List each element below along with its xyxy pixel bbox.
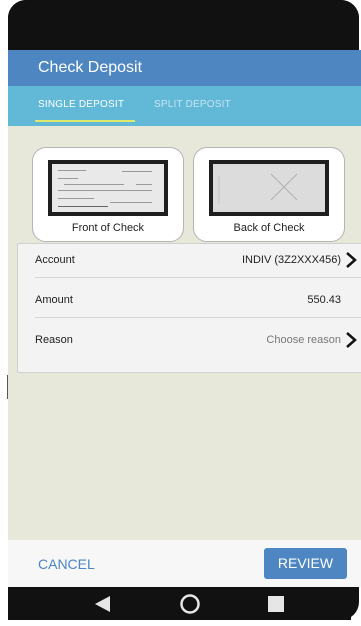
- system-nav-bar: [8, 587, 351, 620]
- front-of-check-card[interactable]: Front of Check: [32, 147, 184, 242]
- back-icon[interactable]: [90, 593, 114, 615]
- amount-row[interactable]: Amount 550.43: [18, 284, 361, 316]
- deposit-details-list: Account INDIV (3Z2XXX456) Amount 550.43 …: [17, 243, 361, 373]
- row-divider: [35, 317, 361, 318]
- active-tab-indicator: [35, 120, 135, 122]
- row-divider: [35, 277, 361, 278]
- home-icon[interactable]: [178, 593, 202, 615]
- chevron-right-icon: [346, 332, 357, 348]
- chevron-right-icon: [346, 252, 357, 268]
- cancel-button[interactable]: CANCEL: [38, 556, 95, 572]
- reason-label: Reason: [35, 334, 73, 346]
- back-of-check-label: Back of Check: [233, 222, 305, 234]
- back-check-image: [209, 160, 329, 216]
- status-bar: [8, 0, 359, 50]
- amount-value: 550.43: [307, 294, 341, 306]
- app-bar: Check Deposit: [8, 50, 361, 86]
- front-of-check-label: Front of Check: [71, 222, 145, 234]
- reason-placeholder: Choose reason: [266, 334, 341, 346]
- app-title: Check Deposit: [38, 59, 143, 76]
- tab-single-deposit[interactable]: SINGLE DEPOSIT: [38, 99, 124, 110]
- tab-split-deposit[interactable]: SPLIT DEPOSIT: [154, 99, 231, 110]
- amount-label: Amount: [35, 294, 73, 306]
- reason-row[interactable]: Reason Choose reason: [18, 324, 361, 356]
- back-of-check-card[interactable]: Back of Check: [193, 147, 345, 242]
- account-value: INDIV (3Z2XXX456): [241, 254, 341, 266]
- review-button[interactable]: REVIEW: [264, 548, 347, 579]
- tab-bar: SINGLE DEPOSIT SPLIT DEPOSIT: [8, 86, 361, 126]
- action-bar: CANCEL REVIEW: [8, 540, 361, 587]
- account-label: Account: [35, 254, 75, 266]
- recents-icon[interactable]: [264, 593, 288, 615]
- app-screen: Check Deposit SINGLE DEPOSIT SPLIT DEPOS…: [8, 50, 361, 587]
- front-check-image: [48, 160, 168, 216]
- account-row[interactable]: Account INDIV (3Z2XXX456): [18, 244, 361, 276]
